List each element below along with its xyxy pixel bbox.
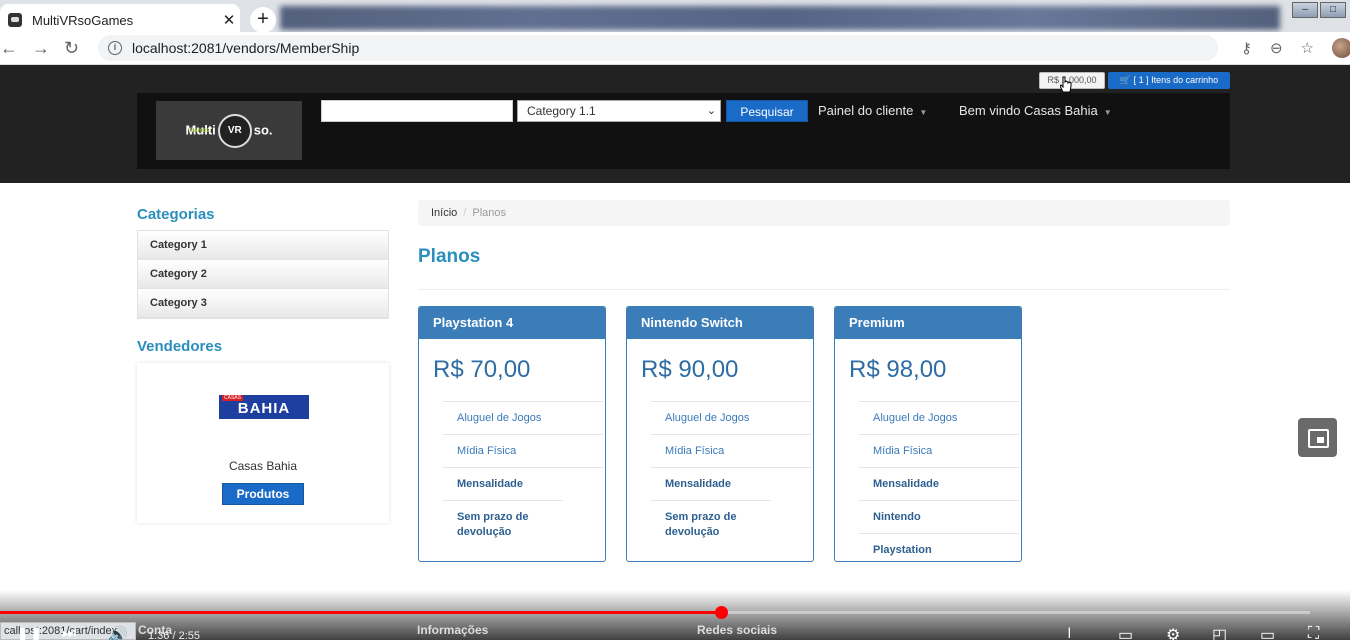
- site-logo[interactable]: Multi VR so. Games: [156, 101, 302, 160]
- plan-price: R$ 90,00: [641, 356, 739, 383]
- products-button[interactable]: Produtos: [222, 483, 304, 505]
- breadcrumb-current: Planos: [472, 207, 506, 219]
- next-icon[interactable]: ⏭: [62, 625, 76, 640]
- fullscreen-icon[interactable]: ⛶: [1308, 625, 1319, 640]
- plan-feature: Sem prazo de devolução: [651, 500, 771, 548]
- pause-icon[interactable]: ❚❚: [16, 625, 43, 640]
- theater-mode-icon[interactable]: ▭: [1260, 625, 1275, 640]
- video-controls-shade: [0, 590, 1350, 640]
- caret-down-icon: ▼: [919, 108, 928, 117]
- plan-card[interactable]: Playstation 4 R$ 70,00 Aluguel de Jogos …: [418, 306, 606, 562]
- bookmark-star-icon[interactable]: ☆: [1301, 39, 1314, 57]
- plan-name: Playstation 4: [419, 307, 605, 339]
- cart-items-button[interactable]: 🛒 [ 1 ] Itens do carrinho: [1108, 72, 1230, 89]
- toolbar-actions: ⚷ ⊖ ☆: [1223, 38, 1350, 58]
- category-select[interactable]: Category 1.1 ⌄: [517, 100, 721, 122]
- chevron-down-icon: ⌄: [706, 105, 716, 117]
- plan-name: Nintendo Switch: [627, 307, 813, 339]
- client-panel-menu[interactable]: Painel do cliente ▼: [818, 103, 927, 118]
- breadcrumb: Início / Planos: [418, 200, 1230, 226]
- browser-tabstrip: MultiVRsoGames ✕ + – □: [0, 0, 1350, 36]
- maximize-icon[interactable]: □: [1320, 2, 1346, 18]
- vendors-heading: Vendedores: [137, 338, 223, 355]
- breadcrumb-home-link[interactable]: Início: [431, 207, 457, 219]
- miniplayer-control-icon[interactable]: ◰: [1212, 625, 1227, 640]
- logo-wordmark: Multi VR so. Games: [185, 113, 273, 148]
- search-input[interactable]: [321, 100, 513, 122]
- plan-feature: Mídia Física: [859, 434, 1019, 467]
- logo-text-right: so.: [253, 121, 273, 137]
- plan-feature: Mídia Física: [443, 434, 603, 467]
- tab-title: MultiVRsoGames: [32, 12, 134, 28]
- footer-info-heading: Informações: [417, 623, 489, 637]
- vendor-name: Casas Bahia: [228, 459, 298, 473]
- vr-badge-icon: VR: [217, 113, 252, 148]
- plan-feature: Mídia Física: [651, 434, 811, 467]
- close-tab-icon[interactable]: ✕: [218, 11, 240, 29]
- hand-cursor-icon: [1060, 76, 1072, 93]
- divider: [418, 289, 1230, 290]
- video-progress-fill: [0, 611, 721, 614]
- url-text[interactable]: localhost:2081/vendors/MemberShip: [132, 40, 359, 56]
- categories-heading: Categorias: [137, 206, 215, 223]
- category-item[interactable]: Category 2: [138, 260, 388, 289]
- key-icon[interactable]: ⚷: [1241, 39, 1252, 57]
- breadcrumb-separator: /: [463, 207, 467, 219]
- caret-down-icon: ▼: [1103, 108, 1112, 117]
- back-arrow-icon[interactable]: ←: [0, 38, 18, 59]
- screen: { "browser": { "tab_title": "MultiVRsoGa…: [0, 0, 1350, 640]
- volume-icon[interactable]: 🔊: [108, 625, 128, 640]
- user-menu[interactable]: Bem vindo Casas Bahia ▼: [959, 103, 1112, 118]
- plan-feature: Mensalidade: [859, 467, 1019, 500]
- forward-arrow-icon[interactable]: →: [32, 38, 50, 59]
- autoplay-toggle-icon[interactable]: ⏽: [1063, 625, 1076, 640]
- vendor-card: CASAS BAHIA Casas Bahia Produtos: [137, 363, 389, 523]
- plan-feature: Aluguel de Jogos: [859, 401, 1019, 434]
- plan-name: Premium: [835, 307, 1021, 339]
- settings-gear-icon[interactable]: ⚙: [1166, 625, 1180, 640]
- reload-icon[interactable]: ↻: [64, 38, 79, 59]
- site-favicon-icon: [8, 13, 22, 27]
- plan-feature: Aluguel de Jogos: [651, 401, 811, 434]
- logo-big-text: BAHIA: [237, 400, 291, 417]
- plan-feature: Mensalidade: [443, 467, 603, 500]
- casas-bahia-logo[interactable]: CASAS BAHIA: [219, 395, 309, 419]
- plan-card[interactable]: Premium R$ 98,00 Aluguel de Jogos Mídia …: [834, 306, 1022, 562]
- client-panel-label: Painel do cliente: [818, 103, 914, 118]
- new-tab-button[interactable]: +: [250, 7, 276, 33]
- cart-total-badge[interactable]: R$ 1.000,00: [1039, 72, 1105, 89]
- minimize-icon[interactable]: –: [1292, 2, 1318, 18]
- video-time: 1:36 / 2:55: [148, 630, 200, 640]
- subtitles-icon[interactable]: ▭: [1118, 625, 1133, 640]
- search-button[interactable]: Pesquisar: [726, 100, 808, 122]
- plan-feature: Aluguel de Jogos: [443, 401, 603, 434]
- page-title: Planos: [418, 246, 481, 267]
- category-select-value: Category 1.1: [527, 104, 596, 118]
- welcome-label: Bem vindo Casas Bahia: [959, 103, 1098, 118]
- browser-toolbar: ← → ↻ i localhost:2081/vendors/MemberShi…: [0, 32, 1350, 65]
- blurred-taskbar: [280, 6, 1280, 30]
- plan-card[interactable]: Nintendo Switch R$ 90,00 Aluguel de Jogo…: [626, 306, 814, 562]
- category-list: Category 1 Category 2 Category 3: [137, 230, 389, 319]
- zoom-icon[interactable]: ⊖: [1270, 39, 1283, 57]
- plan-price: R$ 98,00: [849, 356, 947, 383]
- plan-feature: Playstation: [859, 533, 1019, 561]
- plan-feature: Mensalidade: [651, 467, 811, 500]
- address-bar[interactable]: i localhost:2081/vendors/MemberShip: [98, 35, 1218, 61]
- plan-price: R$ 70,00: [433, 356, 531, 383]
- footer-social-heading: Redes sociais: [697, 623, 778, 637]
- video-scrubber-handle[interactable]: [715, 606, 728, 619]
- window-controls: – □: [1290, 2, 1346, 18]
- category-item[interactable]: Category 1: [138, 231, 388, 260]
- miniplayer-icon[interactable]: [1298, 418, 1337, 457]
- logo-subtext: Games: [189, 127, 210, 134]
- category-item[interactable]: Category 3: [138, 289, 388, 318]
- site-info-icon[interactable]: i: [108, 41, 122, 55]
- profile-avatar[interactable]: [1332, 38, 1350, 58]
- plan-feature: Sem prazo de devolução: [443, 500, 563, 548]
- plan-feature: Nintendo: [859, 500, 1019, 533]
